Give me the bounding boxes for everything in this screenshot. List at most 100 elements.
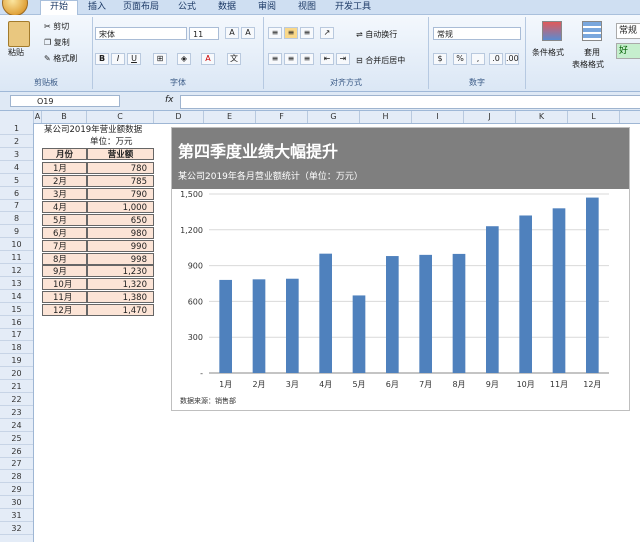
border-button[interactable]: ⊞: [153, 53, 167, 65]
revenue-cell[interactable]: 998: [87, 252, 154, 265]
column-header-h[interactable]: H: [360, 111, 412, 123]
column-header-g[interactable]: G: [308, 111, 360, 123]
row-header[interactable]: 29: [0, 484, 33, 497]
select-all-corner[interactable]: [0, 111, 34, 123]
column-header-c[interactable]: C: [87, 111, 154, 123]
row-header[interactable]: 25: [0, 433, 33, 445]
align-top-button[interactable]: ≡: [268, 27, 282, 39]
row-header[interactable]: 8: [0, 213, 33, 226]
copy-button[interactable]: ❐ 复制: [44, 37, 70, 48]
font-size-select[interactable]: 11: [189, 27, 219, 40]
row-header[interactable]: 5: [0, 175, 33, 187]
revenue-cell[interactable]: 1,230: [87, 265, 154, 278]
row-header[interactable]: 30: [0, 497, 33, 510]
row-header[interactable]: 2: [0, 136, 33, 148]
revenue-cell[interactable]: 1,320: [87, 278, 154, 291]
revenue-chart[interactable]: 第四季度业绩大幅提升 某公司2019年各月营业额统计（单位：万元） -300 60…: [171, 127, 630, 411]
month-cell[interactable]: 10月: [42, 278, 87, 291]
align-left-button[interactable]: ≡: [268, 53, 282, 65]
month-cell[interactable]: 4月: [42, 200, 87, 213]
bold-button[interactable]: B: [95, 53, 109, 65]
format-painter-button[interactable]: ✎ 格式刷: [44, 53, 77, 64]
revenue-cell[interactable]: 650: [87, 213, 154, 226]
column-header-k[interactable]: K: [516, 111, 568, 123]
wrap-text-button[interactable]: ⇌ 自动换行: [356, 29, 397, 40]
row-header[interactable]: 12: [0, 265, 33, 277]
row-header[interactable]: 17: [0, 329, 33, 342]
bar-9[interactable]: [486, 226, 499, 373]
bar-8[interactable]: [452, 253, 466, 373]
row-header[interactable]: 26: [0, 446, 33, 458]
column-header-i[interactable]: I: [412, 111, 464, 123]
month-cell[interactable]: 12月: [42, 304, 87, 317]
month-cell[interactable]: 5月: [42, 213, 87, 226]
merge-center-button[interactable]: ⊟ 合并后居中: [356, 55, 405, 66]
row-header[interactable]: 6: [0, 188, 33, 200]
align-bottom-button[interactable]: ≡: [300, 27, 314, 39]
month-cell[interactable]: 3月: [42, 188, 87, 200]
fill-color-button[interactable]: ◈: [177, 53, 191, 65]
formula-input[interactable]: [180, 95, 640, 109]
increase-indent-button[interactable]: ⇥: [336, 53, 350, 65]
bar-6[interactable]: [386, 256, 399, 373]
italic-button[interactable]: I: [111, 53, 125, 65]
conditional-format-button[interactable]: 条件格式: [532, 47, 564, 58]
orientation-button[interactable]: ↗: [320, 27, 334, 39]
month-cell[interactable]: 6月: [42, 226, 87, 239]
style-normal[interactable]: 常规: [616, 23, 640, 39]
align-center-button[interactable]: ≡: [284, 53, 298, 65]
row-header[interactable]: 16: [0, 317, 33, 329]
month-cell[interactable]: 1月: [42, 162, 87, 175]
revenue-cell[interactable]: 1,380: [87, 291, 154, 304]
revenue-cell[interactable]: 790: [87, 188, 154, 200]
format-as-table-icon[interactable]: [582, 21, 602, 41]
row-header[interactable]: 27: [0, 458, 33, 471]
column-header-l[interactable]: L: [568, 111, 620, 123]
row-header[interactable]: 4: [0, 162, 33, 174]
row-header[interactable]: 11: [0, 252, 33, 264]
tab-developer[interactable]: 开发工具: [330, 1, 376, 14]
bar-12[interactable]: [586, 197, 599, 373]
revenue-cell[interactable]: 990: [87, 239, 154, 252]
tab-review[interactable]: 审阅: [250, 1, 284, 14]
row-header[interactable]: 20: [0, 368, 33, 381]
office-button[interactable]: [2, 0, 28, 16]
revenue-cell[interactable]: 780: [87, 162, 154, 175]
row-header[interactable]: 32: [0, 523, 33, 535]
row-header[interactable]: 1: [0, 123, 33, 135]
align-right-button[interactable]: ≡: [300, 53, 314, 65]
row-header[interactable]: 23: [0, 407, 33, 419]
grow-font-button[interactable]: A: [225, 27, 239, 39]
font-color-button[interactable]: A: [201, 53, 215, 65]
underline-button[interactable]: U: [127, 53, 141, 65]
row-header[interactable]: 14: [0, 291, 33, 303]
tab-insert[interactable]: 插入: [80, 1, 114, 14]
month-cell[interactable]: 8月: [42, 252, 87, 265]
row-header[interactable]: 3: [0, 149, 33, 161]
decrease-indent-button[interactable]: ⇤: [320, 53, 334, 65]
style-good[interactable]: 好: [616, 43, 640, 59]
decrease-decimal-button[interactable]: .00: [505, 53, 519, 65]
revenue-cell[interactable]: 785: [87, 175, 154, 188]
row-header[interactable]: 7: [0, 200, 33, 213]
row-header[interactable]: 28: [0, 471, 33, 484]
percent-button[interactable]: %: [453, 53, 467, 65]
bar-5[interactable]: [352, 295, 366, 373]
phonetic-button[interactable]: 文: [227, 53, 241, 65]
month-cell[interactable]: 9月: [42, 265, 87, 278]
column-header-d[interactable]: D: [154, 111, 204, 123]
unit-cell[interactable]: 单位：万元: [90, 136, 133, 148]
month-cell[interactable]: 2月: [42, 175, 87, 188]
number-format-select[interactable]: 常规: [433, 27, 521, 40]
comma-button[interactable]: ,: [471, 53, 485, 65]
bar-4[interactable]: [319, 253, 332, 373]
tab-home[interactable]: 开始: [40, 0, 78, 15]
row-header[interactable]: 10: [0, 239, 33, 252]
revenue-cell[interactable]: 980: [87, 226, 154, 239]
increase-decimal-button[interactable]: .0: [489, 53, 503, 65]
paste-button[interactable]: 粘贴: [8, 47, 24, 58]
cut-button[interactable]: ✂ 剪切: [44, 21, 69, 32]
row-header[interactable]: 31: [0, 510, 33, 522]
align-middle-button[interactable]: ≡: [284, 27, 298, 39]
column-header-e[interactable]: E: [204, 111, 256, 123]
